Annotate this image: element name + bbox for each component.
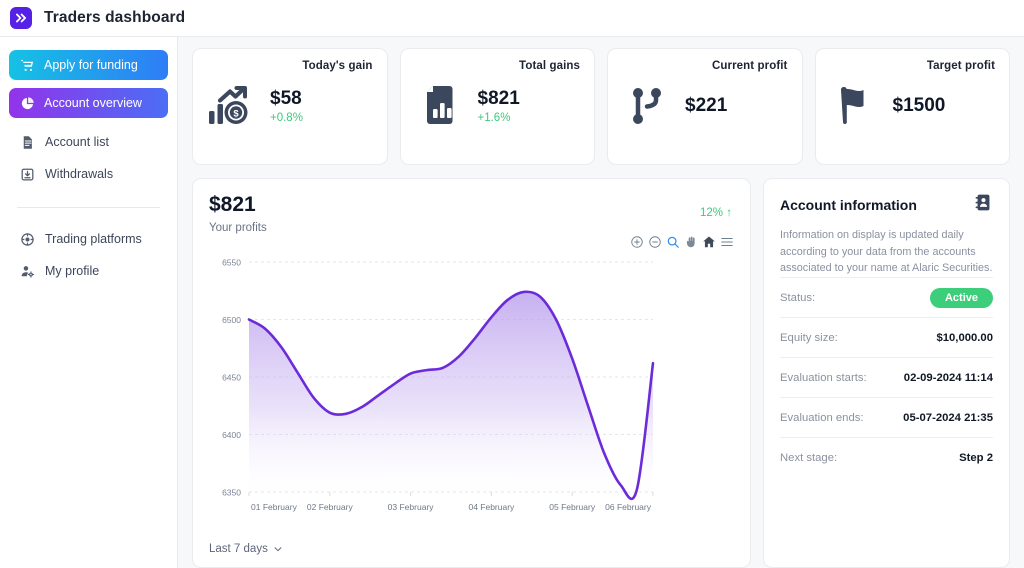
reset-home-icon[interactable] (702, 235, 716, 249)
flag-icon (830, 81, 880, 131)
sidebar-item-label: Account list (45, 135, 109, 149)
git-branch-icon (622, 81, 672, 131)
sidebar-item-my-profile[interactable]: My profile (9, 255, 168, 287)
stat-delta: +0.8% (270, 111, 303, 124)
stat-value: $1500 (892, 95, 946, 117)
info-panel-title: Account information (780, 197, 917, 213)
page-title: Traders dashboard (44, 9, 186, 26)
info-row-value: $10,000.00 (936, 331, 993, 344)
svg-text:6400: 6400 (222, 430, 241, 440)
chart-percent-value: 12% (700, 207, 724, 219)
info-row-key: Equity size: (780, 331, 838, 344)
stat-cards-row: Today's gain $ $58 +0.8% Total gains $82… (192, 48, 1010, 165)
info-row-key: Status: (780, 291, 816, 304)
sidebar-item-label: Apply for funding (44, 58, 138, 72)
stat-card-target-profit: Target profit $1500 (814, 48, 1010, 165)
shopping-cart-icon (19, 57, 35, 73)
download-box-icon (19, 166, 35, 182)
pie-chart-icon (19, 95, 35, 111)
info-row-value: Step 2 (959, 451, 993, 464)
main-content: Today's gain $ $58 +0.8% Total gains $82… (178, 37, 1024, 568)
info-row-value: 02-09-2024 11:14 (903, 371, 993, 384)
double-chevron-icon[interactable] (10, 7, 32, 29)
stat-value: $821 (477, 88, 520, 110)
menu-icon[interactable] (720, 235, 734, 249)
lower-row: $821 Your profits 12% ↑ 6550 6500 6450 6… (192, 178, 1010, 568)
svg-text:06 February: 06 February (605, 502, 652, 512)
profits-chart-panel: $821 Your profits 12% ↑ 6550 6500 6450 6… (192, 178, 751, 568)
info-row-next-stage: Next stage: Step 2 (780, 437, 993, 477)
date-range-label: Last 7 days (209, 543, 268, 555)
sidebar-item-label: Trading platforms (45, 232, 142, 246)
arrow-up-icon: ↑ (726, 207, 732, 219)
info-row-key: Next stage: (780, 451, 838, 464)
top-bar: Traders dashboard (0, 0, 1024, 37)
info-row-value: 05-07-2024 21:35 (903, 411, 993, 424)
svg-text:6350: 6350 (222, 488, 241, 498)
stat-card-todays-gain: Today's gain $ $58 +0.8% (192, 48, 388, 165)
info-row-key: Evaluation starts: (780, 371, 867, 384)
stat-label: Target profit (926, 60, 995, 72)
date-range-select[interactable]: Last 7 days (209, 543, 283, 555)
svg-text:6450: 6450 (222, 373, 241, 383)
chart-x-tick-labels: 01 February 02 February 03 February 04 Febr… (248, 492, 654, 512)
profits-area-chart[interactable]: 6550 6500 6450 6400 6350 01 February 02 Febru… (209, 254, 661, 520)
account-information-panel: Account information Information on displ… (763, 178, 1010, 568)
sidebar-item-trading-platforms[interactable]: Trading platforms (9, 223, 168, 255)
svg-text:03 February: 03 February (388, 502, 435, 512)
info-row-equity-size: Equity size: $10,000.00 (780, 317, 993, 357)
stat-label: Current profit (711, 60, 788, 72)
selection-zoom-icon[interactable] (666, 235, 680, 249)
sidebar-item-account-list[interactable]: Account list (9, 126, 168, 158)
sidebar-item-label: Withdrawals (45, 167, 114, 181)
zoom-in-icon[interactable] (630, 235, 644, 249)
sidebar-item-label: Account overview (44, 96, 142, 110)
svg-text:6550: 6550 (222, 258, 241, 268)
info-row-evaluation-starts: Evaluation starts: 02-09-2024 11:14 (780, 357, 993, 397)
chart-percent-change: 12% ↑ (700, 207, 732, 219)
info-row-key: Evaluation ends: (780, 411, 864, 424)
svg-text:6500: 6500 (222, 315, 241, 325)
report-bars-icon (415, 81, 465, 131)
sidebar: Apply for funding Account overview Accou… (0, 37, 178, 568)
globe-wheel-icon (19, 231, 35, 247)
chart-amount: $821 (209, 193, 256, 216)
person-gear-icon (19, 263, 35, 279)
svg-text:04 February: 04 February (468, 502, 515, 512)
chart-toolbar (630, 235, 734, 249)
document-icon (19, 134, 35, 150)
pan-hand-icon[interactable] (684, 235, 698, 249)
info-row-evaluation-ends: Evaluation ends: 05-07-2024 21:35 (780, 397, 993, 437)
sidebar-item-account-overview[interactable]: Account overview (9, 88, 168, 118)
info-panel-description: Information on display is updated daily … (780, 229, 993, 275)
zoom-out-icon[interactable] (648, 235, 662, 249)
chart-y-tick-labels: 6550 6500 6450 6400 6350 (222, 258, 241, 498)
chevron-down-icon (274, 547, 282, 552)
stat-card-total-gains: Total gains $821 +1.6% (399, 48, 595, 165)
stat-card-current-profit: Current profit $221 (607, 48, 803, 165)
svg-text:01 February: 01 February (251, 502, 298, 512)
chart-up-money-icon: $ (207, 81, 257, 131)
stat-value: $58 (270, 88, 302, 110)
stat-label: Today's gain (302, 60, 373, 72)
chart-plot-area[interactable]: 6550 6500 6450 6400 6350 01 February 02 Febru… (209, 254, 734, 522)
sidebar-item-withdrawals[interactable]: Withdrawals (9, 158, 168, 190)
status-badge[interactable]: Active (929, 287, 993, 308)
chart-subtitle: Your profits (209, 222, 267, 234)
sidebar-item-apply-for-funding[interactable]: Apply for funding (9, 50, 168, 80)
sidebar-item-label: My profile (45, 264, 100, 278)
contact-card-icon (974, 193, 993, 217)
info-row-status: Status: Active (780, 277, 993, 317)
stat-value: $221 (685, 95, 728, 117)
stat-delta: +1.6% (477, 111, 511, 124)
stat-label: Total gains (519, 60, 580, 72)
svg-text:02 February: 02 February (307, 502, 354, 512)
svg-text:$: $ (233, 108, 239, 119)
sidebar-divider (17, 207, 160, 208)
svg-text:05 February: 05 February (549, 502, 596, 512)
chart-area-fill (249, 291, 653, 499)
